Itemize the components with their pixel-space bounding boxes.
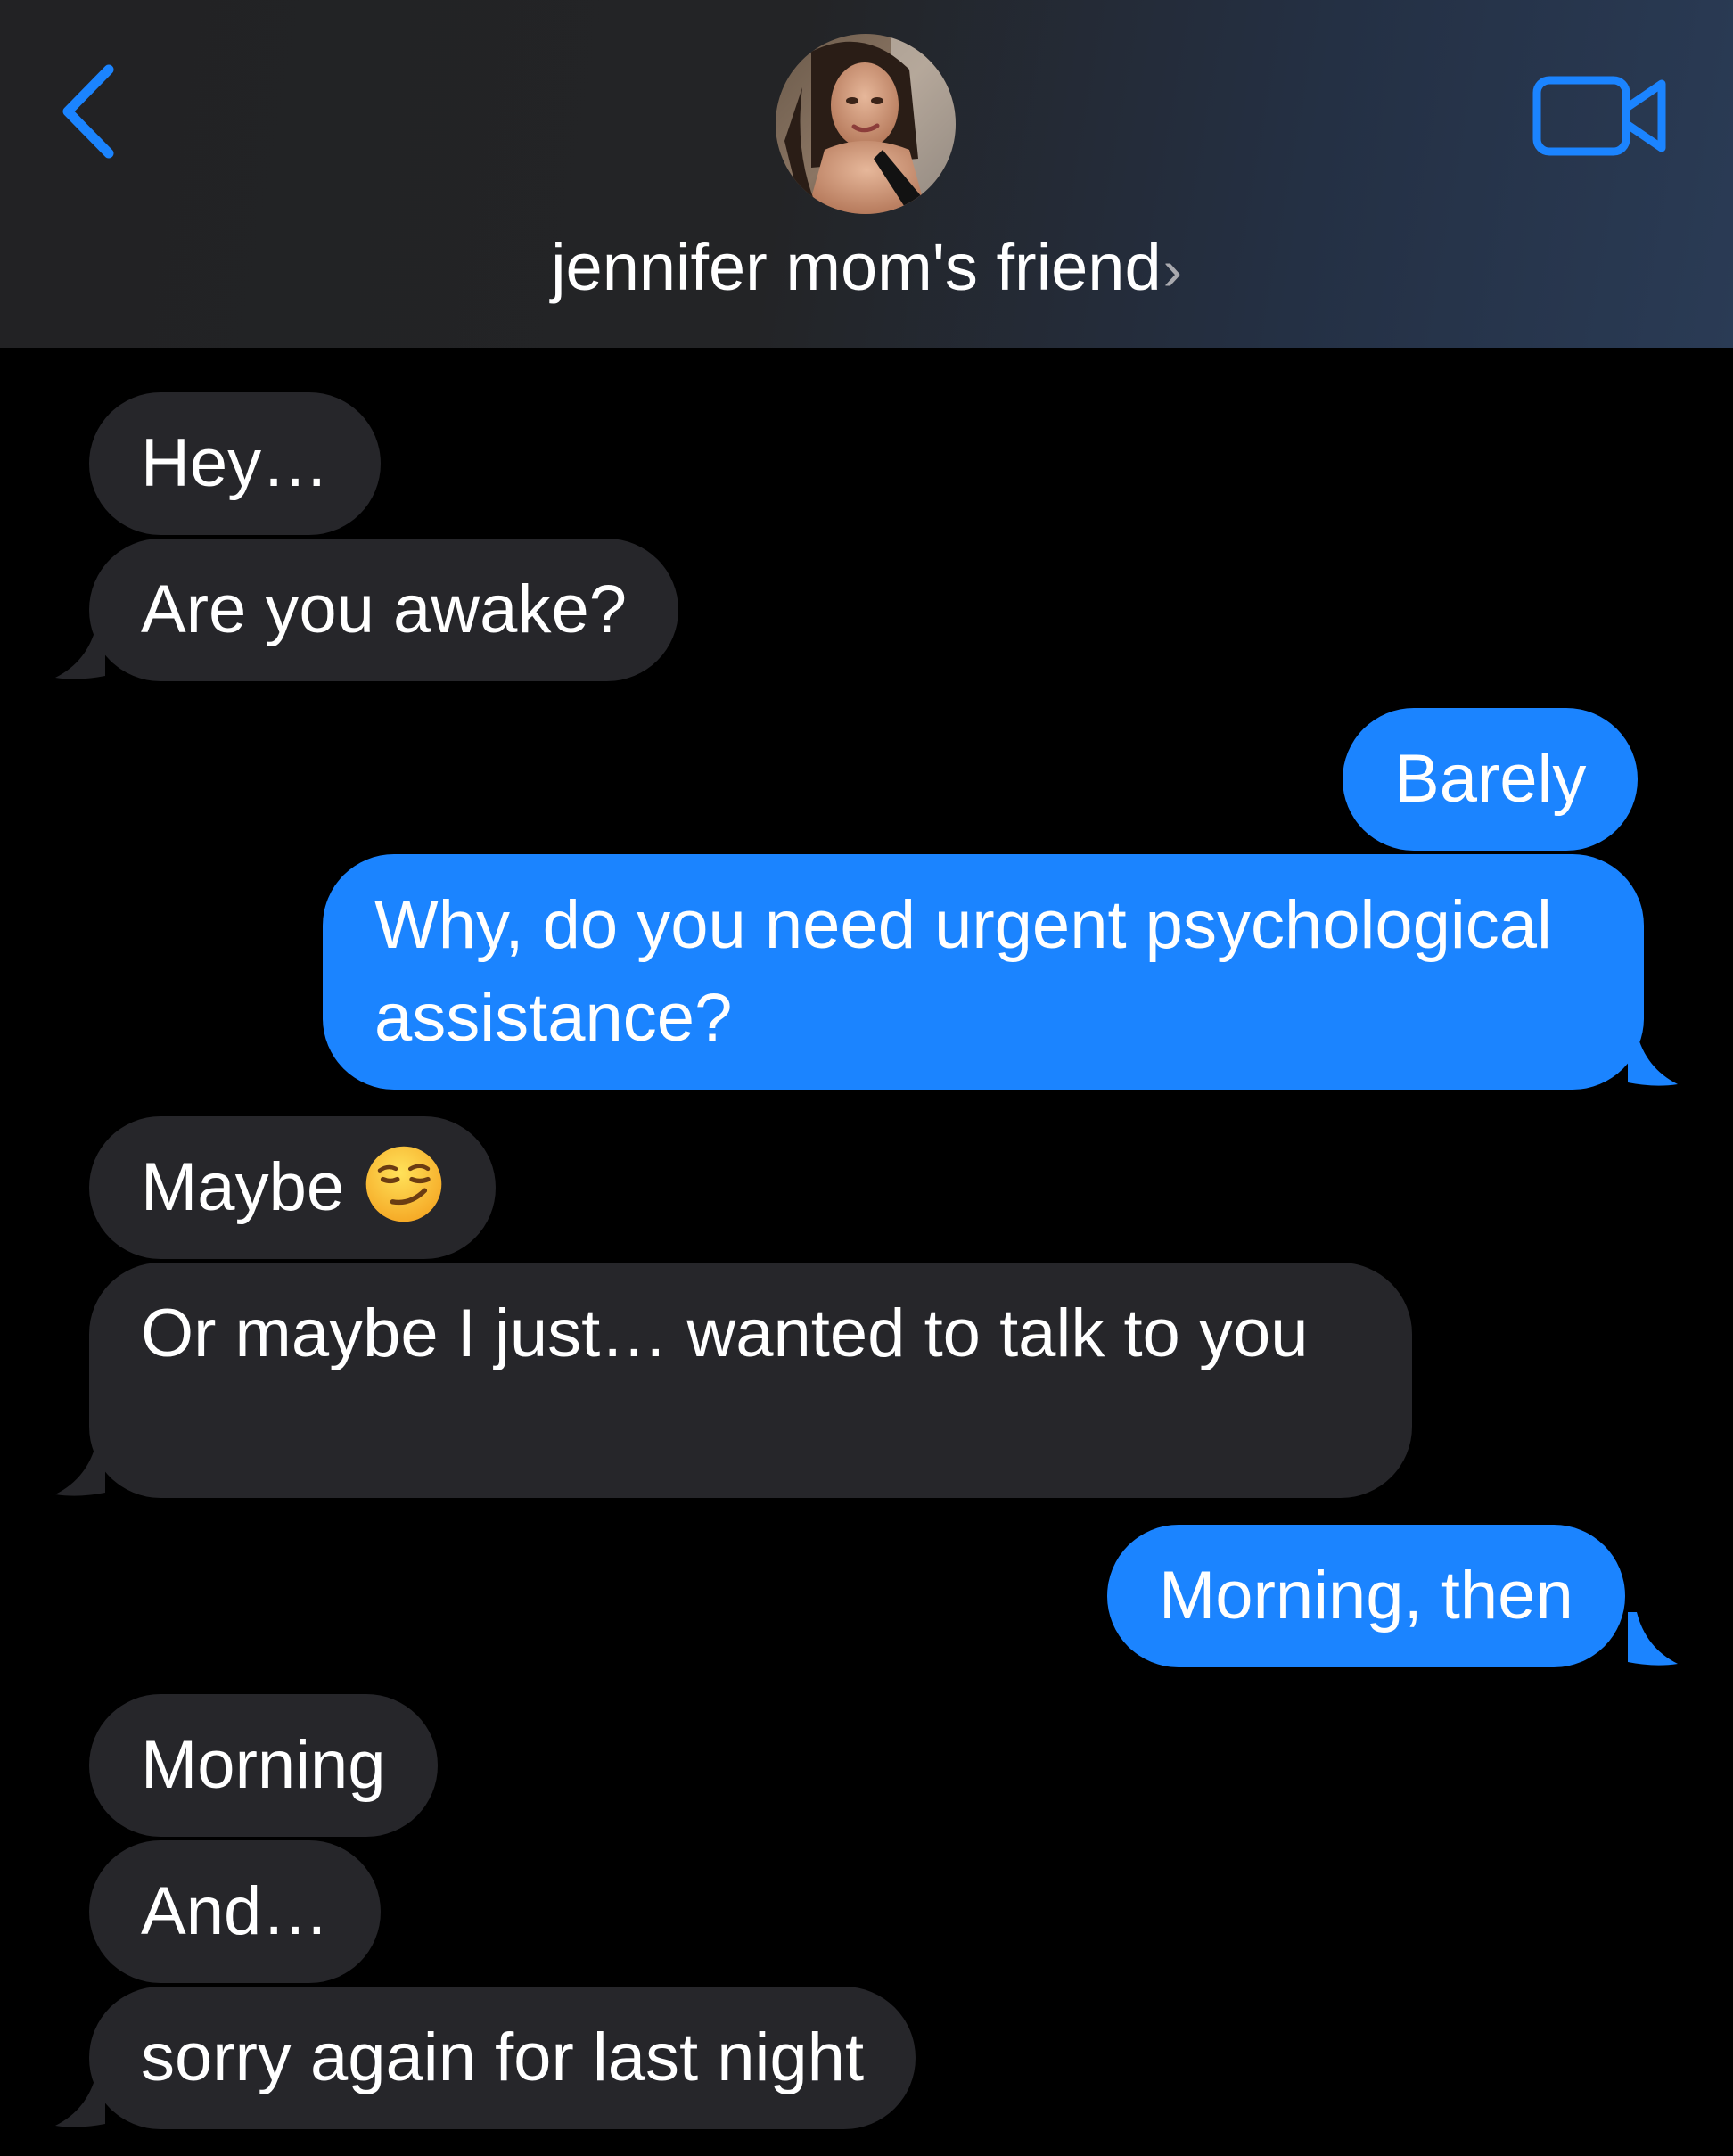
- message-text: Morning: [141, 1727, 386, 1803]
- outgoing-message[interactable]: Barely: [1343, 708, 1639, 851]
- back-button[interactable]: [53, 62, 125, 160]
- outgoing-message[interactable]: Why, do you need urgent psychological as…: [323, 854, 1644, 1090]
- avatar-photo: [776, 34, 956, 214]
- chevron-left-icon: [62, 64, 114, 159]
- contact-avatar[interactable]: [776, 34, 956, 214]
- message-text: Why, do you need urgent psychological as…: [374, 887, 1552, 1056]
- incoming-message[interactable]: Are you awake?: [89, 539, 678, 681]
- incoming-message[interactable]: And…: [89, 1840, 382, 1983]
- message-text: Hey…: [141, 425, 330, 501]
- message-text: Morning, then: [1159, 1558, 1573, 1633]
- incoming-message[interactable]: Maybe: [89, 1116, 497, 1259]
- incoming-message[interactable]: sorry again for last night: [89, 1987, 916, 2129]
- message-text: sorry again for last night: [141, 2020, 865, 2095]
- conversation-header: jennifer mom's friend›: [0, 0, 1733, 348]
- message-text: Barely: [1394, 741, 1587, 817]
- outgoing-bubble-tail: [1628, 1612, 1678, 1666]
- incoming-message[interactable]: Or maybe I just… wanted to talk to you: [89, 1263, 1412, 1498]
- facetime-video-button[interactable]: [1532, 71, 1674, 160]
- message-text: Maybe: [141, 1149, 345, 1225]
- smirking-face-icon: [365, 1146, 442, 1222]
- contact-name: jennifer mom's friend: [551, 230, 1162, 304]
- contact-name-button[interactable]: jennifer mom's friend›: [0, 223, 1733, 315]
- incoming-message[interactable]: Morning: [89, 1694, 438, 1837]
- incoming-message[interactable]: Hey…: [89, 392, 382, 535]
- message-text: Or maybe I just… wanted to talk to you: [141, 1296, 1309, 1371]
- incoming-bubble-tail: [55, 626, 105, 679]
- video-camera-icon: [1532, 76, 1666, 156]
- outgoing-bubble-tail: [1628, 1033, 1678, 1086]
- chevron-right-icon: ›: [1162, 238, 1182, 302]
- outgoing-message[interactable]: Morning, then: [1107, 1525, 1625, 1667]
- incoming-bubble-tail: [55, 2074, 105, 2127]
- incoming-bubble-tail: [55, 1443, 105, 1496]
- message-text: And…: [141, 1873, 330, 1949]
- message-text: Are you awake?: [141, 572, 627, 647]
